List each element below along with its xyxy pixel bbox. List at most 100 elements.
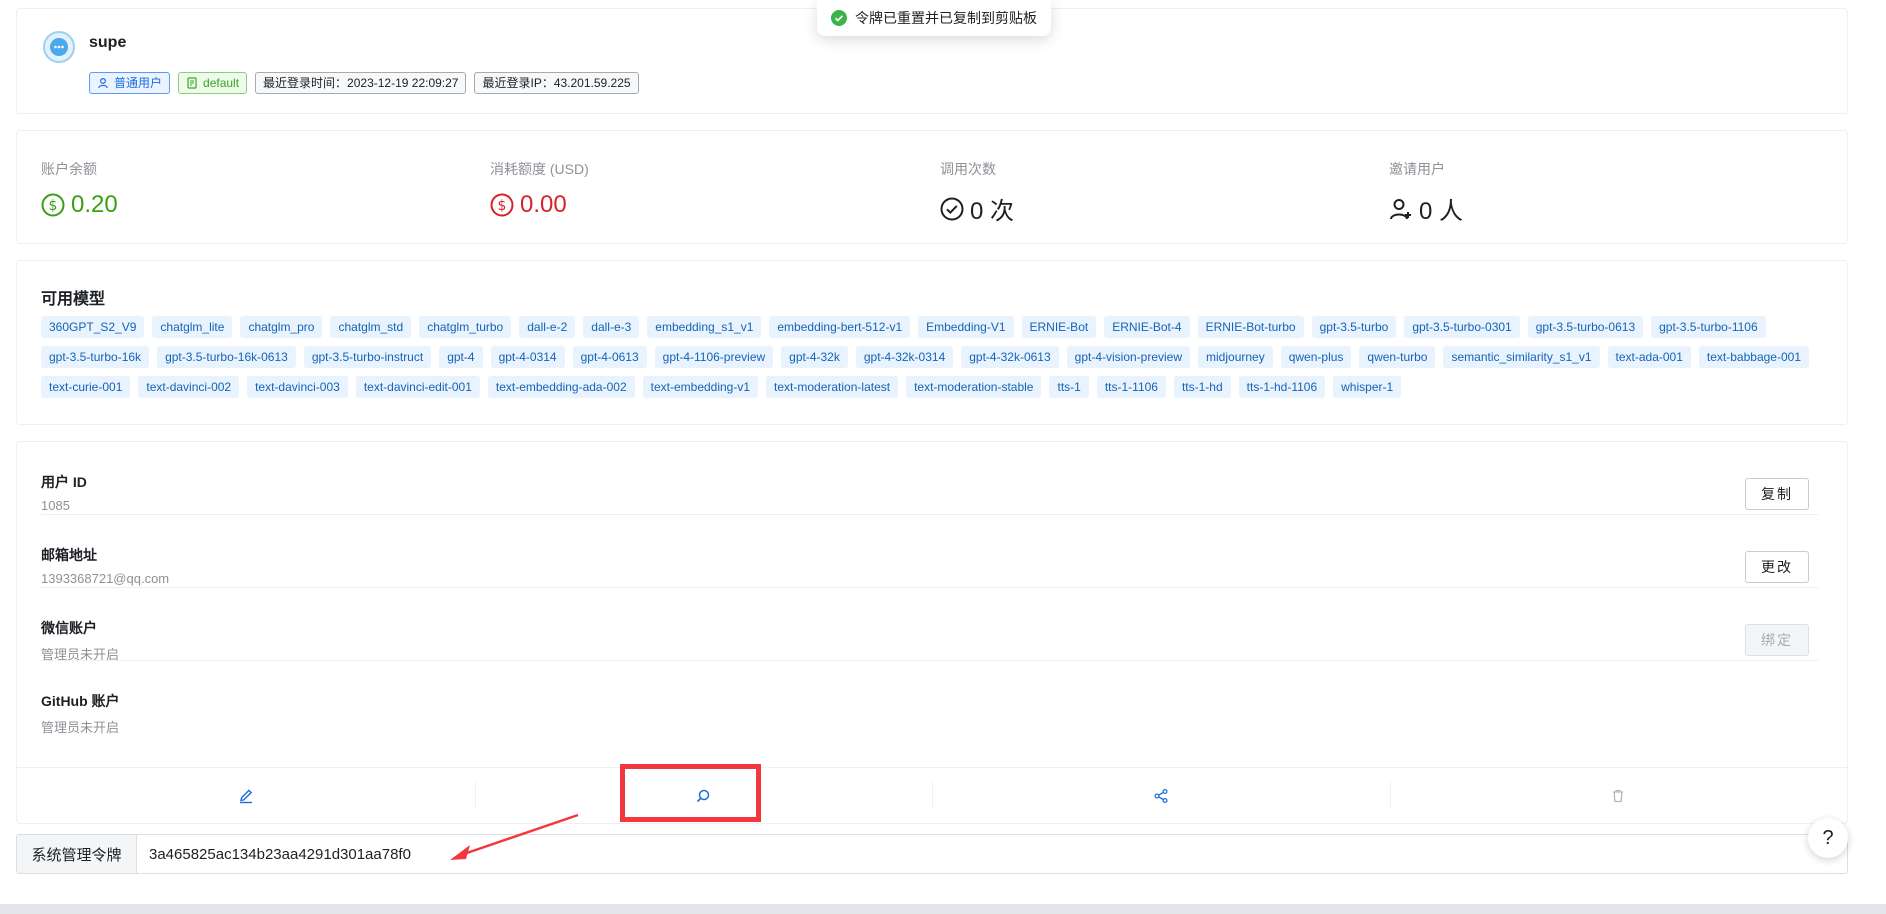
toast-message: 令牌已重置并已复制到剪贴板 [855, 10, 1037, 26]
model-chip: midjourney [1198, 346, 1273, 368]
avatar [43, 31, 75, 63]
model-chip: text-embedding-v1 [642, 376, 759, 398]
dollar-circle-icon: $ [41, 193, 65, 217]
stat-label: 消耗额度 (USD) [490, 161, 589, 177]
stat-label: 账户余额 [41, 161, 97, 177]
model-chip: qwen-plus [1280, 346, 1352, 368]
model-chip: gpt-3.5-turbo-0613 [1527, 316, 1644, 338]
model-chip: embedding-bert-512-v1 [769, 316, 911, 338]
model-chip: chatglm_pro [240, 316, 323, 338]
stat-value: 0 次 [970, 198, 1015, 225]
profile-tags: 普通用户 default 最近登录时间：2023-12-19 22:09:27 … [89, 72, 639, 94]
stat-value: 0.20 [71, 191, 118, 218]
model-chip: Embedding-V1 [918, 316, 1014, 338]
model-chip: gpt-3.5-turbo-0301 [1404, 316, 1520, 338]
group-tag: default [178, 72, 248, 94]
user-id-row: 用户 ID 1085 复制 [41, 442, 1841, 515]
check-circle-icon [940, 197, 964, 220]
last-login-ip-tag: 最近登录IP：43.201.59.225 [474, 72, 639, 94]
role-tag: 普通用户 [89, 72, 171, 94]
user-id-label: 用户 ID [41, 474, 87, 490]
stat-value: 0 人 [1419, 198, 1464, 225]
scrollbar-track[interactable] [0, 904, 1886, 914]
model-chip: ERNIE-Bot-4 [1104, 316, 1190, 338]
models-card: 可用模型 360GPT_S2_V9 chatglm_lite chatglm_pro… [16, 260, 1848, 425]
model-chip: semantic_similarity_s1_v1 [1443, 346, 1600, 368]
annotation-highlight-box [620, 764, 761, 822]
username: supe [89, 34, 127, 51]
model-chip: text-davinci-edit-001 [355, 376, 480, 398]
email-row: 邮箱地址 1393368721@qq.com 更改 [41, 515, 1841, 588]
model-chip-list: 360GPT_S2_V9 chatglm_lite chatglm_pro chatg… [41, 316, 1821, 398]
stat-label: 调用次数 [940, 161, 996, 177]
stat-value: 0.00 [520, 191, 567, 218]
model-chip: gpt-3.5-turbo-16k [41, 346, 150, 368]
model-chip: tts-1 [1049, 376, 1089, 398]
account-info-card: 用户 ID 1085 复制 邮箱地址 1393368721@qq.com 更改 … [16, 441, 1848, 824]
admin-token-value[interactable]: 3a465825ac134b23aa4291d301aa78f0 [137, 835, 1847, 873]
toast-notification: 令牌已重置并已复制到剪贴板 [817, 0, 1051, 36]
model-chip: gpt-4-32k-0613 [961, 346, 1059, 368]
model-chip: text-ada-001 [1607, 346, 1691, 368]
svg-text:$: $ [49, 198, 58, 214]
stat-balance: 账户余额 $ 0.20 [41, 159, 118, 219]
share-icon [1154, 788, 1168, 804]
model-chip: embedding_s1_v1 [647, 316, 762, 338]
edit-action[interactable] [17, 768, 475, 824]
last-login-time-tag: 最近登录时间：2023-12-19 22:09:27 [255, 72, 467, 94]
stat-consumed: 消耗额度 (USD) $ 0.00 [490, 159, 589, 219]
admin-token-field: 系统管理令牌 3a465825ac134b23aa4291d301aa78f0 [16, 834, 1848, 874]
stat-label: 邀请用户 [1389, 161, 1445, 177]
model-chip: gpt-3.5-turbo-16k-0613 [157, 346, 296, 368]
model-chip: dall-e-2 [519, 316, 576, 338]
svg-text:$: $ [498, 198, 507, 214]
model-chip: tts-1-hd [1173, 376, 1231, 398]
wechat-row: 微信账户 管理员未开启 绑定 [41, 588, 1841, 662]
model-chip: text-babbage-001 [1698, 346, 1809, 368]
stat-calls: 调用次数 0 次 [940, 159, 1014, 226]
delete-action[interactable] [1389, 768, 1848, 824]
model-chip: gpt-4-32k [781, 346, 848, 368]
email-value: 1393368721@qq.com [41, 571, 170, 586]
user-icon [98, 77, 108, 89]
help-button[interactable]: ? [1808, 818, 1848, 858]
model-chip: qwen-turbo [1359, 346, 1436, 368]
trash-icon [1613, 789, 1624, 803]
model-chip: text-embedding-ada-002 [487, 376, 635, 398]
model-chip: text-curie-001 [41, 376, 131, 398]
model-chip: gpt-4-1106-preview [654, 346, 774, 368]
copy-button[interactable]: 复制 [1745, 478, 1809, 510]
model-chip: chatglm_lite [152, 316, 233, 338]
model-chip: gpt-3.5-turbo-1106 [1651, 316, 1766, 338]
model-chip: chatglm_std [330, 316, 412, 338]
group-tag-label: default [203, 76, 240, 90]
model-chip: text-moderation-latest [766, 376, 899, 398]
success-check-icon [831, 10, 847, 26]
model-chip: tts-1-1106 [1096, 376, 1166, 398]
bind-wechat-button[interactable]: 绑定 [1745, 624, 1809, 656]
change-email-button[interactable]: 更改 [1745, 551, 1809, 583]
github-row: GitHub 账户 管理员未开启 [41, 661, 1841, 735]
share-action[interactable] [932, 768, 1390, 824]
edit-icon [239, 789, 252, 804]
model-chip: gpt-4-0613 [572, 346, 647, 368]
card-actions [17, 764, 1848, 824]
model-chip: gpt-4 [439, 346, 483, 368]
model-chip: gpt-4-0314 [490, 346, 565, 368]
model-chip: gpt-3.5-turbo-instruct [303, 346, 432, 368]
model-chip: text-davinci-002 [138, 376, 240, 398]
model-chip: gpt-4-32k-0314 [855, 346, 954, 368]
annotation-arrow [450, 813, 579, 860]
stats-card: 账户余额 $ 0.20 消耗额度 (USD) $ 0.00 调用次数 0 次 邀… [16, 130, 1848, 244]
wechat-label: 微信账户 [41, 620, 97, 636]
model-chip: whisper-1 [1333, 376, 1402, 398]
model-chip: ERNIE-Bot [1021, 316, 1097, 338]
user-id-value: 1085 [41, 498, 70, 513]
model-chip: 360GPT_S2_V9 [41, 316, 145, 338]
model-chip: ERNIE-Bot-turbo [1197, 316, 1304, 338]
stat-invites: 邀请用户 0 人 [1389, 159, 1463, 226]
document-icon [187, 77, 197, 89]
role-tag-label: 普通用户 [114, 76, 163, 90]
email-label: 邮箱地址 [41, 547, 97, 563]
admin-token-label: 系统管理令牌 [17, 835, 137, 873]
